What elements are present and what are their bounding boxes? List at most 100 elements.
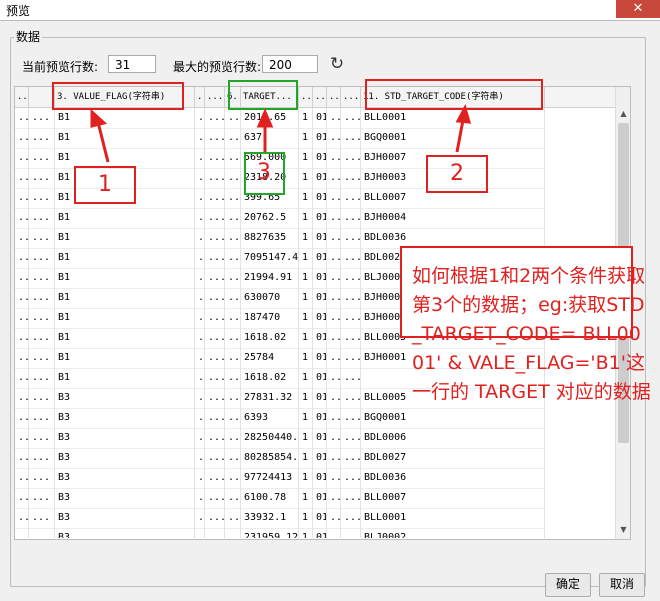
cell[interactable]: ... [195,368,205,388]
cell[interactable]: ... [29,408,55,428]
cell[interactable]: ... [29,488,55,508]
cell[interactable]: ... [327,488,341,508]
close-button[interactable]: ✕ [616,0,660,18]
cell[interactable]: ... [225,148,241,168]
cell[interactable]: ... [327,268,341,288]
header-cell-8[interactable]: ... [299,87,313,107]
cell[interactable]: ... [225,348,241,368]
cell[interactable]: ... [205,488,225,508]
cell-target[interactable]: 630070 [241,288,299,308]
cell[interactable]: ... [15,328,29,348]
cell[interactable]: 1 [299,448,313,468]
cell-code[interactable]: BDL0027 [361,448,545,468]
cell[interactable]: ... [341,468,361,488]
cell[interactable]: ... [29,248,55,268]
cell-code[interactable]: BGQ0001 [361,408,545,428]
cell-code[interactable]: BDL0006 [361,428,545,448]
cell[interactable]: ... [341,288,361,308]
cell-code[interactable]: BJH0004 [361,208,545,228]
cell[interactable]: ... [195,328,205,348]
cell[interactable]: ... [327,388,341,408]
cell-target[interactable]: 27831.32 [241,388,299,408]
cell[interactable]: 01 [313,168,327,188]
header-cell-9[interactable]: ... [313,87,327,107]
cell[interactable]: ... [341,168,361,188]
cell[interactable]: ... [15,308,29,328]
cell[interactable]: ... [195,188,205,208]
cell-target[interactable]: 25784 [241,348,299,368]
max-rows-field[interactable]: 200 [262,55,318,73]
header-cell-5[interactable]: ... [205,87,225,107]
cell[interactable]: ... [15,508,29,528]
cell[interactable]: ... [15,428,29,448]
cell[interactable]: ... [195,228,205,248]
cell[interactable]: ... [195,428,205,448]
ok-button[interactable]: 确定 [545,573,591,597]
cell[interactable]: ... [327,188,341,208]
cell[interactable]: ... [341,348,361,368]
cell[interactable]: ... [29,228,55,248]
cell[interactable]: ... [327,208,341,228]
scroll-down-icon[interactable]: ▼ [616,523,630,537]
cell[interactable]: ... [225,188,241,208]
cell[interactable]: ... [15,228,29,248]
cell[interactable]: ... [29,168,55,188]
cell[interactable]: ... [29,128,55,148]
cell[interactable]: ... [225,388,241,408]
cell[interactable]: ... [341,248,361,268]
cell[interactable]: 01 [313,188,327,208]
cell[interactable]: ... [225,228,241,248]
cell[interactable]: ... [205,388,225,408]
cell[interactable]: 01 [313,428,327,448]
cell[interactable]: 01 [313,208,327,228]
cell[interactable]: ... [225,368,241,388]
cell[interactable]: ... [327,328,341,348]
cancel-button[interactable]: 取消 [599,573,645,597]
cell[interactable]: ... [327,148,341,168]
cell-code[interactable]: BDL0036 [361,468,545,488]
cell-target[interactable]: 21994.91 [241,268,299,288]
table-row[interactable]: ......B3.........6393101......BGQ0001 [15,408,545,429]
table-row[interactable]: ......B3.........231959.12101......BLJ00… [15,528,545,538]
cell[interactable]: ... [15,348,29,368]
cell-flag[interactable]: B1 [55,248,195,268]
cell-target[interactable]: 187470 [241,308,299,328]
cell-target[interactable]: 2017.65 [241,108,299,128]
cell[interactable]: ... [195,248,205,268]
cell[interactable]: ... [327,468,341,488]
cell[interactable]: ... [341,428,361,448]
cell[interactable]: 1 [299,368,313,388]
cell[interactable]: ... [225,328,241,348]
cell-flag[interactable]: B1 [55,308,195,328]
cell[interactable]: ... [225,528,241,538]
cell[interactable]: ... [225,508,241,528]
cell[interactable]: ... [195,448,205,468]
cell[interactable]: ... [29,508,55,528]
cell[interactable]: ... [327,408,341,428]
cell-flag[interactable]: B1 [55,268,195,288]
cell[interactable]: ... [225,448,241,468]
cell[interactable]: ... [341,228,361,248]
cell-flag[interactable]: B3 [55,428,195,448]
cell[interactable]: ... [225,288,241,308]
cell[interactable]: ... [29,288,55,308]
cell-target[interactable]: 231959.12 [241,528,299,538]
cell[interactable]: ... [15,468,29,488]
cell-flag[interactable]: B1 [55,148,195,168]
cell[interactable]: 01 [313,228,327,248]
cell-target[interactable]: 33932.1 [241,508,299,528]
cell[interactable]: ... [205,248,225,268]
table-row[interactable]: ......B3.........80285854.21101......BDL… [15,448,545,469]
cell[interactable]: 1 [299,308,313,328]
table-row[interactable]: ......B1.........637101......BGQ0001 [15,128,545,149]
cell[interactable]: ... [15,188,29,208]
cell-code[interactable]: BDL0036 [361,228,545,248]
cell[interactable]: ... [205,448,225,468]
table-row[interactable]: ......B3.........6100.78101......BLL0007 [15,488,545,509]
cell[interactable]: 01 [313,348,327,368]
cell[interactable]: 01 [313,468,327,488]
cell[interactable]: ... [205,208,225,228]
header-cell-1[interactable]: ... [15,87,29,107]
cell-target[interactable]: 80285854.21 [241,448,299,468]
cell[interactable]: ... [195,508,205,528]
